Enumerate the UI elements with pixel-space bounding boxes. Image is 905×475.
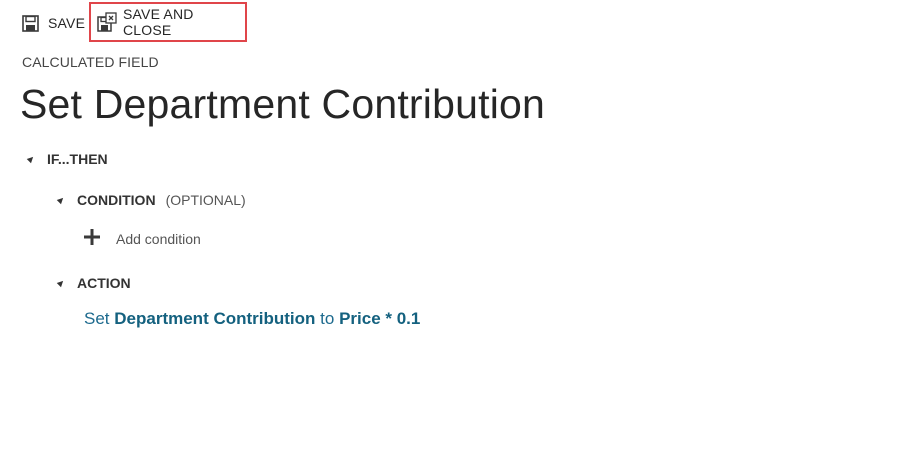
collapse-triangle-icon[interactable]	[26, 154, 36, 164]
if-then-section-header[interactable]: IF...THEN	[26, 151, 108, 167]
action-target-field[interactable]: Department Contribution	[114, 309, 315, 328]
save-and-close-button[interactable]: SAVE AND CLOSE	[89, 2, 247, 42]
condition-optional-label: (OPTIONAL)	[165, 192, 246, 208]
add-condition-label: Add condition	[116, 230, 201, 247]
action-connector: to	[320, 309, 335, 328]
save-button[interactable]: SAVE	[22, 9, 85, 37]
command-bar: SAVE SAVE AND CLOSE	[22, 2, 247, 42]
entity-type-label: CALCULATED FIELD	[22, 54, 159, 70]
condition-label: CONDITION	[77, 192, 156, 208]
save-label: SAVE	[48, 15, 86, 31]
action-prefix: Set	[84, 309, 110, 328]
condition-section-header[interactable]: CONDITION (OPTIONAL)	[56, 192, 246, 208]
action-label: ACTION	[77, 275, 131, 291]
action-expression[interactable]: Price * 0.1	[339, 309, 420, 328]
plus-icon	[84, 229, 100, 248]
floppy-disk-icon	[22, 14, 39, 32]
action-statement[interactable]: Set Department Contribution to Price * 0…	[84, 309, 420, 329]
action-section-header[interactable]: ACTION	[56, 275, 131, 291]
if-then-label: IF...THEN	[47, 151, 108, 167]
collapse-triangle-icon[interactable]	[56, 195, 66, 205]
add-condition-button[interactable]: Add condition	[84, 229, 201, 248]
save-and-close-label: SAVE AND CLOSE	[123, 6, 194, 38]
page-title: Set Department Contribution	[20, 81, 546, 127]
save-and-close-icon	[97, 12, 117, 32]
collapse-triangle-icon[interactable]	[56, 278, 66, 288]
